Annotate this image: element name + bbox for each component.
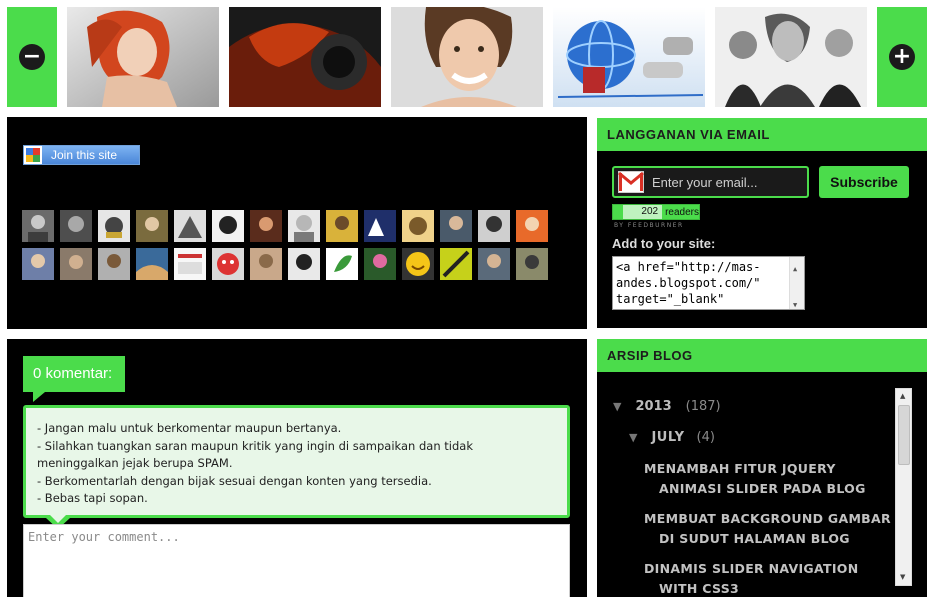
- follower-avatar[interactable]: [478, 248, 510, 280]
- scroll-up-arrow-icon[interactable]: ▲: [900, 392, 905, 400]
- gmail-icon: [618, 171, 644, 193]
- follower-avatar[interactable]: [478, 210, 510, 242]
- rules-pointer-inner: [50, 515, 66, 523]
- archive-month-july[interactable]: ▼ JULY (4): [629, 430, 715, 445]
- follower-avatar[interactable]: [212, 248, 244, 280]
- follower-avatar[interactable]: [288, 248, 320, 280]
- archive-scrollbar[interactable]: ▲ ▼: [895, 388, 912, 586]
- slide-thumbnail-3[interactable]: [391, 7, 543, 107]
- embed-code-text: <a href="http://mas-andes.blogspot.com/"…: [616, 260, 761, 306]
- follower-avatar[interactable]: [22, 248, 54, 280]
- archive-year-2013[interactable]: ▼ 2013 (187): [613, 399, 721, 414]
- slide-thumbnail-5[interactable]: [715, 7, 867, 107]
- follower-avatar[interactable]: [174, 248, 206, 280]
- embed-code-textarea[interactable]: <a href="http://mas-andes.blogspot.com/"…: [612, 256, 805, 310]
- follower-avatar[interactable]: [98, 210, 130, 242]
- archive-post-link[interactable]: MEMBUAT BACKGROUND GAMBAR DI SUDUT HALAM…: [644, 509, 894, 549]
- google-friend-connect-icon: [24, 146, 42, 164]
- archive-year-label[interactable]: 2013: [635, 399, 671, 414]
- join-site-label: Join this site: [51, 148, 118, 162]
- comment-rules-box: - Jangan malu untuk berkomentar maupun b…: [23, 405, 570, 518]
- comment-rule: - Silahkan tuangkan saran maupun kritik …: [37, 438, 473, 471]
- comment-count-header: 0 komentar:: [23, 356, 125, 392]
- add-to-site-label: Add to your site:: [612, 236, 716, 251]
- archive-post-title-line1: DINAMIS SLIDER NAVIGATION: [644, 561, 859, 576]
- subscribe-button[interactable]: Subscribe: [819, 166, 909, 198]
- archive-post-title-line2: DI SUDUT HALAMAN BLOG: [659, 531, 850, 546]
- slide-thumbnail-2[interactable]: [229, 7, 381, 107]
- feedburner-reader-count[interactable]: 202 readers: [612, 204, 700, 220]
- feedburner-byline: BY FEEDBURNER: [614, 222, 684, 229]
- comment-input[interactable]: [23, 524, 570, 597]
- scroll-down-arrow-icon[interactable]: ▼: [900, 573, 905, 581]
- archive-post-link[interactable]: MENAMBAH FITUR JQUERY ANIMASI SLIDER PAD…: [644, 459, 894, 499]
- blog-page: − + Join this site LANGGANAN VIA EMAIL E…: [0, 0, 934, 597]
- follower-avatar[interactable]: [440, 248, 472, 280]
- comment-rule: - Berkomentarlah dengan bijak sesuai den…: [37, 473, 432, 488]
- follower-avatar[interactable]: [364, 248, 396, 280]
- follower-avatar[interactable]: [516, 210, 548, 242]
- email-input[interactable]: [644, 174, 794, 190]
- reader-count: 202: [623, 205, 663, 219]
- follower-avatar[interactable]: [250, 248, 282, 280]
- follower-avatar[interactable]: [326, 210, 358, 242]
- embed-code-scrollbar[interactable]: ▲ ▼: [789, 257, 804, 309]
- subscribe-widget-title: LANGGANAN VIA EMAIL: [597, 118, 927, 151]
- follower-avatar[interactable]: [60, 248, 92, 280]
- collapse-triangle-icon[interactable]: ▼: [613, 400, 621, 413]
- follower-avatar[interactable]: [250, 210, 282, 242]
- follower-avatar[interactable]: [288, 210, 320, 242]
- follower-avatar[interactable]: [402, 248, 434, 280]
- slider-prev-button[interactable]: −: [7, 7, 57, 107]
- follower-avatar[interactable]: [98, 248, 130, 280]
- comment-rule: - Bebas tapi sopan.: [37, 491, 148, 505]
- slider-next-button[interactable]: +: [877, 7, 927, 107]
- slide-thumbnail-1[interactable]: [67, 7, 219, 107]
- archive-post-title-line1: MEMBUAT BACKGROUND GAMBAR: [644, 511, 891, 526]
- comment-rule: - Jangan malu untuk berkomentar maupun b…: [37, 421, 342, 435]
- follower-avatar[interactable]: [402, 210, 434, 242]
- scrollbar-thumb[interactable]: [898, 405, 910, 465]
- follower-avatars: [22, 210, 558, 286]
- follower-avatar[interactable]: [174, 210, 206, 242]
- minus-circle-icon: −: [19, 44, 45, 70]
- archive-post-title-line2: WITH CSS3: [659, 581, 740, 596]
- follower-avatar[interactable]: [136, 210, 168, 242]
- email-field-wrapper: [612, 166, 809, 198]
- reader-label: readers: [665, 206, 699, 218]
- follower-avatar[interactable]: [22, 210, 54, 242]
- plus-circle-icon: +: [889, 44, 915, 70]
- archive-month-label[interactable]: JULY: [651, 430, 684, 445]
- join-site-button[interactable]: Join this site: [23, 145, 140, 165]
- collapse-triangle-icon[interactable]: ▼: [629, 431, 637, 444]
- follower-avatar[interactable]: [516, 248, 548, 280]
- archive-year-count: (187): [685, 399, 721, 414]
- follower-avatar[interactable]: [326, 248, 358, 280]
- follower-avatar[interactable]: [440, 210, 472, 242]
- follower-avatar[interactable]: [364, 210, 396, 242]
- archive-post-link[interactable]: DINAMIS SLIDER NAVIGATION WITH CSS3: [644, 559, 894, 597]
- follower-avatar[interactable]: [212, 210, 244, 242]
- archive-month-count: (4): [696, 430, 715, 445]
- archive-post-title-line1: MENAMBAH FITUR JQUERY: [644, 461, 836, 476]
- follower-avatar[interactable]: [136, 248, 168, 280]
- follower-avatar[interactable]: [60, 210, 92, 242]
- comment-header-pointer: [33, 392, 45, 402]
- archive-post-title-line2: ANIMASI SLIDER PADA BLOG: [659, 481, 866, 496]
- archive-widget-title: ARSIP BLOG: [597, 339, 927, 372]
- slide-thumbnail-4[interactable]: [553, 7, 705, 107]
